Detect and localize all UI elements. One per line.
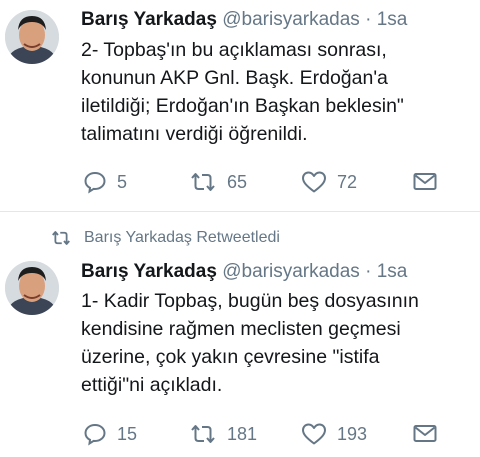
reply-button[interactable]: 15 — [83, 421, 137, 447]
envelope-icon — [413, 425, 437, 442]
like-button[interactable]: 72 — [301, 169, 357, 195]
tweet-actions: 15 181 193 — [81, 421, 480, 447]
like-count: 72 — [337, 171, 358, 192]
retweet-context[interactable]: Barış Yarkadaş Retweetledi — [50, 227, 280, 249]
envelope-icon — [413, 173, 437, 190]
author-handle[interactable]: @barisyarkadas — [222, 9, 360, 30]
reply-button[interactable]: 5 — [83, 169, 127, 195]
retweet-button[interactable]: 65 — [189, 169, 247, 195]
tweet-text: 2- Topbaş'ın bu açıklaması sonrası, konu… — [81, 39, 404, 145]
retweet-icon — [52, 231, 70, 245]
avatar[interactable] — [5, 10, 59, 64]
retweet-count: 181 — [227, 423, 258, 444]
tweet-divider — [0, 211, 480, 212]
avatar[interactable] — [5, 261, 59, 315]
timestamp[interactable]: 1sa — [377, 9, 408, 30]
author-handle[interactable]: @barisyarkadas — [222, 261, 360, 282]
retweet-icon — [191, 425, 215, 443]
tweet-2[interactable]: Barış Yarkadaş @barisyarkadas · 1sa 1- K… — [0, 255, 480, 457]
avatar-photo — [5, 261, 59, 315]
timestamp[interactable]: 1sa — [377, 261, 408, 282]
tweet-1[interactable]: Barış Yarkadaş @barisyarkadas · 1sa 2- T… — [0, 0, 480, 210]
dm-button[interactable] — [413, 421, 437, 447]
reply-icon — [84, 171, 106, 194]
retweet-icon — [191, 173, 215, 191]
like-button[interactable]: 193 — [301, 421, 367, 447]
tweet-text: 1- Kadir Topbaş, bugün beş dosyasının ke… — [81, 290, 419, 396]
separator: · — [365, 261, 372, 282]
separator: · — [365, 9, 372, 30]
author-name[interactable]: Barış Yarkadaş — [81, 9, 217, 30]
heart-icon — [302, 171, 326, 193]
retweet-context-label: Barış Yarkadaş Retweetledi — [84, 229, 280, 246]
retweet-button[interactable]: 181 — [189, 421, 257, 447]
avatar-photo — [5, 10, 59, 64]
like-count: 193 — [337, 423, 368, 444]
dm-button[interactable] — [413, 169, 437, 195]
reply-count: 5 — [117, 171, 128, 192]
reply-icon — [84, 423, 106, 446]
heart-icon — [302, 423, 326, 445]
retweet-count: 65 — [227, 171, 248, 192]
author-name[interactable]: Barış Yarkadaş — [81, 261, 217, 282]
reply-count: 15 — [117, 423, 138, 444]
tweet-header: Barış Yarkadaş @barisyarkadas · 1sa — [81, 260, 407, 284]
tweet-actions: 5 65 72 — [81, 169, 480, 195]
tweet-header: Barış Yarkadaş @barisyarkadas · 1sa — [81, 8, 407, 32]
